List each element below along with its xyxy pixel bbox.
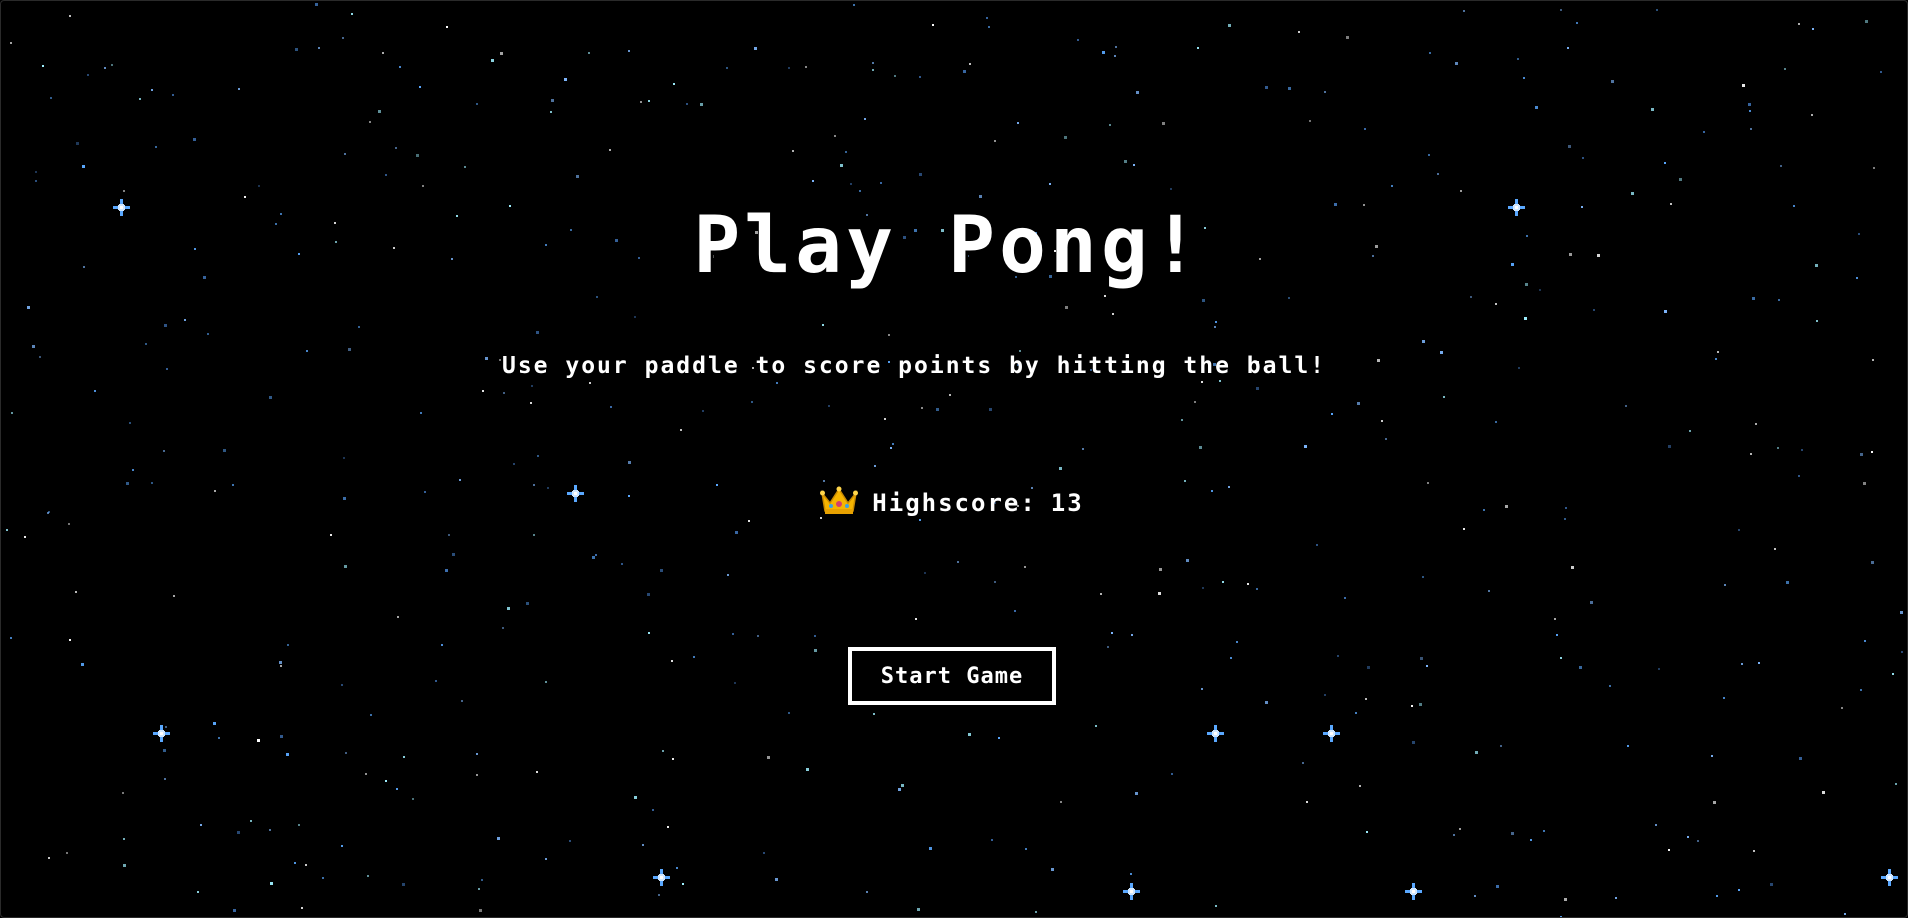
start-game-button[interactable]: Start Game [848,647,1056,705]
highscore-value: 13 [1050,489,1084,517]
game-title: Play Pong! [693,201,1203,291]
start-menu: Play Pong! Use your paddle to score poin… [1,1,1907,917]
game-screen: Play Pong! Use your paddle to score poin… [0,0,1908,918]
game-instructions: Use your paddle to score points by hitti… [501,353,1327,379]
crown-icon [820,485,859,526]
highscore-label: Highscore: [872,489,1037,517]
highscore-display: Highscore: 13 [1,485,1905,526]
